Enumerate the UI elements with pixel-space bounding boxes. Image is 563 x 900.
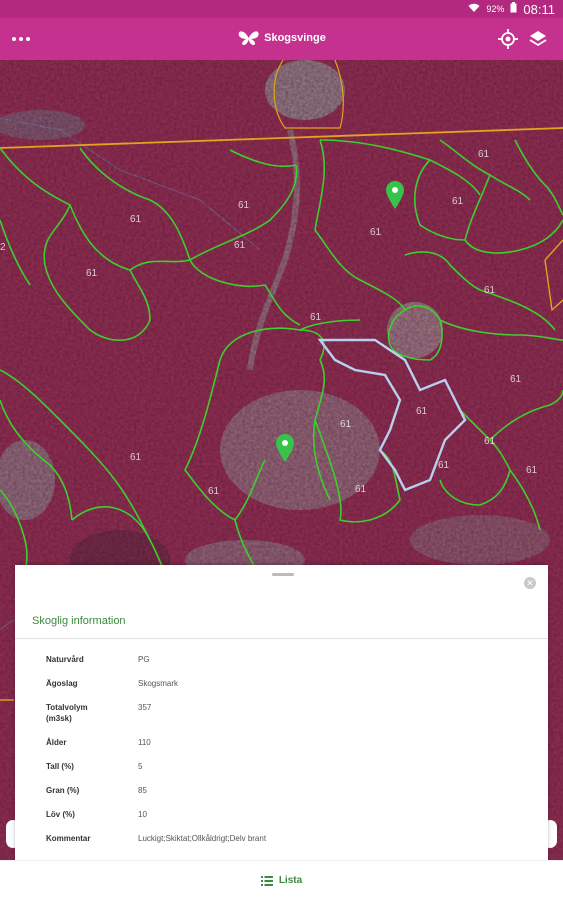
more-dot bbox=[26, 37, 30, 41]
info-key: Kommentar bbox=[46, 834, 91, 843]
info-value: PG bbox=[138, 655, 150, 664]
info-key: Totalvolym (m3sk) bbox=[46, 703, 88, 723]
locate-button[interactable] bbox=[497, 28, 519, 50]
stand-label: 61 bbox=[238, 200, 250, 211]
info-row: Totalvolym (m3sk) 357 bbox=[46, 702, 526, 724]
stand-label: 61 bbox=[208, 486, 220, 497]
info-row: Gran (%) 85 bbox=[46, 785, 526, 796]
stand-label: 2 bbox=[0, 242, 6, 253]
stand-label: 61 bbox=[484, 436, 496, 447]
list-label: Lista bbox=[278, 875, 303, 886]
stand-label: 61 bbox=[526, 465, 538, 476]
info-row: Naturvård PG bbox=[46, 654, 526, 665]
info-value: 85 bbox=[138, 786, 147, 795]
battery-level: 92% bbox=[486, 4, 505, 14]
section-title: Skoglig information bbox=[32, 615, 126, 627]
battery-icon bbox=[510, 2, 517, 16]
brand: Skogsvinge bbox=[237, 30, 326, 46]
close-button[interactable]: ✕ bbox=[524, 577, 536, 589]
info-key: Ägoslag bbox=[46, 679, 78, 688]
stand-label: 61 bbox=[478, 149, 490, 160]
stand-label: 61 bbox=[370, 227, 382, 238]
info-row: Ålder 110 bbox=[46, 737, 526, 748]
app-bar: Skogsvinge bbox=[0, 18, 563, 60]
info-row: Kommentar Luckigt;Skiktat;Ollkåldrigt;De… bbox=[46, 833, 526, 844]
stand-label: 61 bbox=[310, 312, 322, 323]
stand-label: 61 bbox=[86, 268, 98, 279]
brand-name: Skogsvinge bbox=[264, 32, 326, 44]
info-key: Naturvård bbox=[46, 655, 84, 664]
map-pin-icon bbox=[276, 434, 294, 462]
stand-label: 61 bbox=[355, 484, 367, 495]
more-dot bbox=[19, 37, 23, 41]
info-value: 10 bbox=[138, 810, 147, 819]
info-key: Gran (%) bbox=[46, 786, 80, 795]
map-pin-icon bbox=[386, 181, 404, 209]
stand-label: 61 bbox=[438, 460, 450, 471]
butterfly-logo-icon bbox=[238, 31, 259, 45]
info-value: 357 bbox=[138, 703, 152, 712]
list-icon bbox=[260, 875, 273, 886]
clock: 08:11 bbox=[523, 1, 555, 17]
info-value: 110 bbox=[138, 738, 151, 747]
my-location-icon bbox=[498, 29, 518, 49]
stand-label: 61 bbox=[452, 196, 464, 207]
info-key: Tall (%) bbox=[46, 762, 74, 771]
layers-button[interactable] bbox=[527, 28, 549, 50]
layers-icon bbox=[529, 31, 547, 47]
info-value: Skogsmark bbox=[138, 679, 179, 688]
status-bar: 92% 08:11 bbox=[0, 0, 563, 18]
stand-label: 61 bbox=[130, 214, 142, 225]
stand-label: 61 bbox=[130, 452, 142, 463]
location-pin[interactable] bbox=[384, 180, 406, 210]
more-menu-button[interactable] bbox=[12, 28, 36, 50]
stand-label: 61 bbox=[234, 240, 246, 251]
more-dots-icon bbox=[12, 37, 16, 41]
list-button[interactable]: Lista bbox=[260, 875, 303, 886]
location-pin[interactable] bbox=[274, 433, 296, 463]
info-key: Löv (%) bbox=[46, 810, 75, 819]
stand-label: 61 bbox=[510, 374, 522, 385]
info-row: Tall (%) 5 bbox=[46, 761, 526, 772]
info-value: 5 bbox=[138, 762, 143, 771]
bottom-bar: Lista bbox=[0, 860, 563, 900]
info-sheet: ✕ Skoglig information Naturvård PG Ägosl… bbox=[15, 565, 548, 860]
stand-label: 61 bbox=[484, 285, 496, 296]
info-key: Ålder bbox=[46, 738, 67, 747]
info-value: Luckigt;Skiktat;Ollkåldrigt;Delv brant bbox=[138, 834, 267, 843]
divider bbox=[15, 638, 548, 639]
stand-label: 61 bbox=[416, 406, 428, 417]
drag-handle[interactable] bbox=[272, 573, 294, 576]
wifi-icon bbox=[468, 3, 480, 16]
info-table: Naturvård PG Ägoslag Skogsmark Totalvoly… bbox=[46, 654, 526, 857]
info-row: Löv (%) 10 bbox=[46, 809, 526, 820]
stand-label: 61 bbox=[340, 419, 352, 430]
close-icon: ✕ bbox=[526, 578, 534, 588]
info-row: Ägoslag Skogsmark bbox=[46, 678, 526, 689]
